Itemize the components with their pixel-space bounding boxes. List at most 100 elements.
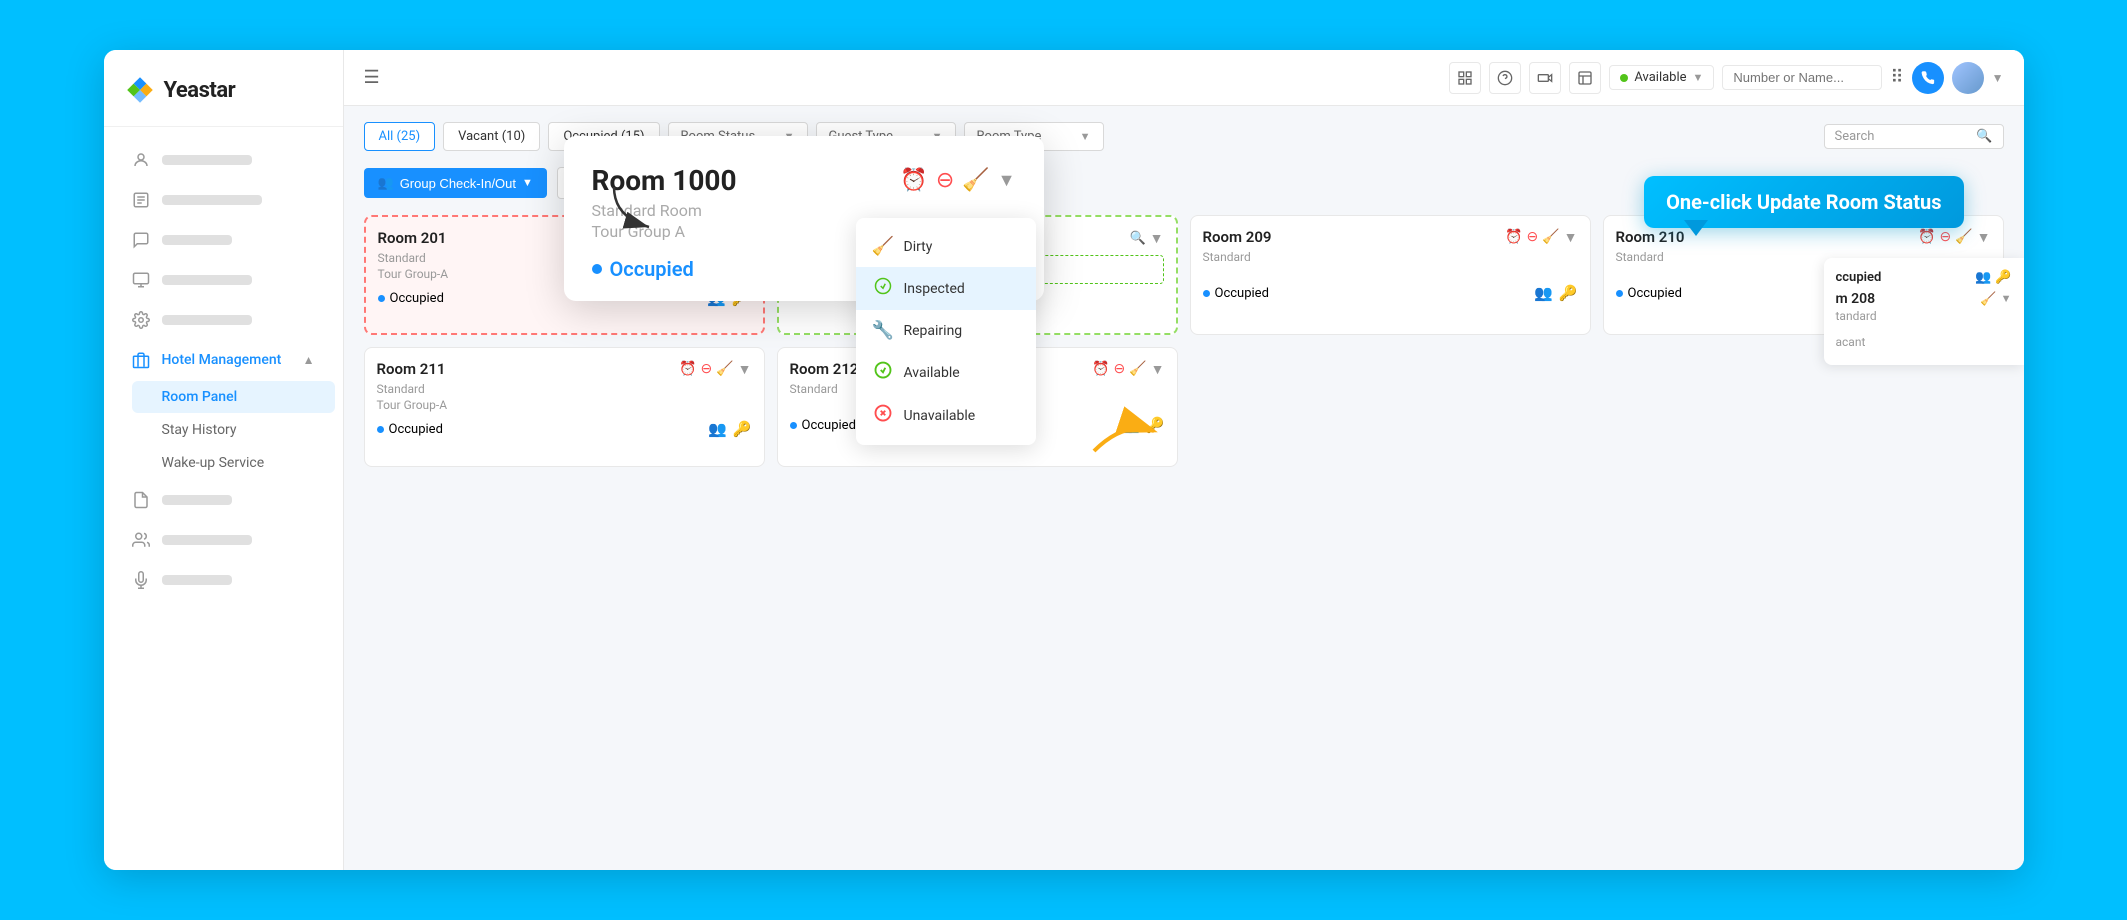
one-click-banner-wrapper: One-click Update Room Status: [1644, 176, 1963, 236]
room-201-status: Occupied: [378, 291, 444, 306]
sidebar-subitem-room-panel[interactable]: Room Panel: [132, 381, 335, 413]
popup-arrow-indicator: [604, 177, 664, 241]
messages-label: [162, 235, 232, 245]
status-option-dirty[interactable]: 🧹 Dirty: [856, 226, 1036, 267]
popup-no-icon[interactable]: ⊖: [936, 168, 954, 193]
room-209-status: Occupied: [1203, 286, 1269, 301]
room-211-actions: 👥 🔑: [708, 420, 751, 438]
banner-arrow: [1684, 220, 1963, 236]
dirty-208: 🧹: [1980, 292, 1996, 307]
nav-dropdown-icon[interactable]: ▼: [1992, 71, 2004, 85]
key-icon-211: 🔑: [733, 420, 752, 438]
user-avatar[interactable]: [1952, 62, 1984, 94]
room-208-icons: 🧹 ▼: [1980, 292, 2011, 307]
repairing-label: Repairing: [904, 323, 963, 339]
hamburger-icon[interactable]: ☰: [364, 67, 380, 88]
group-checkin-label: Group Check-In/Out: [400, 176, 516, 191]
room-card-211[interactable]: Room 211 ⏰ ⊖ 🧹 ▼ Standard Tour Group-A: [364, 347, 765, 467]
room-card-209[interactable]: Room 209 ⏰ ⊖ 🧹 ▼ Standard Occupied: [1190, 215, 1591, 335]
grid-view-btn[interactable]: [1449, 62, 1481, 94]
status-option-repairing[interactable]: 🔧 Repairing: [856, 310, 1036, 351]
chevron-211: ▼: [738, 361, 752, 378]
help-btn[interactable]: [1489, 62, 1521, 94]
search-filter-text: Search: [1835, 129, 1875, 144]
mic-icon: [132, 571, 150, 589]
sidebar-item-messages[interactable]: [112, 221, 335, 259]
sidebar-item-monitor[interactable]: [112, 261, 335, 299]
popup-status-label: Occupied: [610, 257, 694, 281]
group-icon: 👥: [378, 175, 394, 191]
unavailable-label: Unavailable: [904, 408, 976, 424]
logo-text: Yeastar: [164, 78, 236, 103]
room-212-icons: ⏰ ⊖ 🧹 ▼: [1092, 361, 1164, 378]
sidebar-item-mic[interactable]: [112, 561, 335, 599]
right-card-208: m 208 🧹 ▼ tandard acant: [1836, 291, 2012, 349]
sidebar-subitem-wake-up[interactable]: Wake-up Service: [132, 447, 335, 479]
sidebar-item-contacts[interactable]: [112, 141, 335, 179]
users-icon: [132, 531, 150, 549]
sidebar-item-docs[interactable]: [112, 481, 335, 519]
status-dot-201: [378, 295, 385, 302]
users-label: [162, 535, 252, 545]
room-type-chevron: ▼: [1080, 130, 1091, 143]
hotel-label: Hotel Management: [162, 352, 282, 368]
popup-chevron[interactable]: ▼: [998, 170, 1016, 191]
sidebar-item-users[interactable]: [112, 521, 335, 559]
sidebar-item-reports[interactable]: [112, 181, 335, 219]
sidebar-submenu-hotel: Room Panel Stay History Wake-up Service: [104, 381, 343, 479]
group-checkin-btn[interactable]: 👥 Group Check-In/Out ▼: [364, 168, 547, 198]
status-dot-211: [377, 426, 384, 433]
messages-icon: [132, 231, 150, 249]
status-option-unavailable[interactable]: Unavailable: [856, 394, 1036, 437]
yeastar-logo-icon: [124, 74, 156, 106]
room-208-type: tandard: [1836, 309, 2012, 323]
sidebar-item-settings[interactable]: [112, 301, 335, 339]
mic-label: [162, 575, 232, 585]
room-211-name: Room 211: [377, 360, 446, 378]
filter-tab-all[interactable]: All (25): [364, 122, 436, 151]
chevron-210: ▼: [1977, 229, 1991, 246]
video-btn[interactable]: [1529, 62, 1561, 94]
room-209-type: Standard: [1203, 250, 1578, 264]
popup-room-icons: ⏰ ⊖ 🧹 ▼ 🧹 Dirty: [900, 168, 1015, 193]
room-212-status: Occupied: [790, 418, 856, 433]
dialpad-icon[interactable]: ⠿: [1890, 67, 1903, 88]
filter-tab-vacant[interactable]: Vacant (10): [443, 122, 540, 151]
dirty-icon-211: 🧹: [716, 361, 733, 377]
main-content: ☰ Available ▼: [344, 50, 2024, 870]
status-option-inspected[interactable]: Inspected: [856, 267, 1036, 310]
popup-status-dot: [592, 264, 602, 274]
chevron-205: ▼: [1150, 230, 1164, 247]
status-label: Available: [1634, 70, 1686, 85]
sidebar-item-hotel[interactable]: Hotel Management ▲: [112, 341, 335, 379]
room-detail-popup: Room 1000 ⏰ ⊖ 🧹 ▼ 🧹 Dirty: [564, 136, 1044, 301]
status-label-201: Occupied: [390, 291, 444, 306]
docs-label: [162, 495, 232, 505]
people-icon-209: 👥: [1534, 284, 1553, 302]
zoom-icon-205: 🔍: [1129, 231, 1145, 246]
status-chevron: ▼: [1693, 71, 1704, 84]
key-icon-209: 🔑: [1559, 284, 1578, 302]
status-option-available[interactable]: Available: [856, 351, 1036, 394]
search-filter[interactable]: Search 🔍: [1824, 124, 2004, 149]
top-nav-icons: Available ▼ ⠿ ▼: [1449, 62, 2003, 94]
status-dot: [1620, 74, 1628, 82]
status-dot-212: [790, 422, 797, 429]
no-icon-212: ⊖: [1113, 361, 1125, 377]
status-badge[interactable]: Available ▼: [1609, 65, 1714, 90]
settings-label: [162, 315, 252, 325]
hotel-icon: [132, 351, 150, 369]
phone-btn[interactable]: [1912, 62, 1944, 94]
popup-alarm-icon[interactable]: ⏰: [900, 168, 927, 193]
room-211-status: Occupied: [377, 422, 443, 437]
status-label-211: Occupied: [389, 422, 443, 437]
room-211-group: Tour Group-A: [377, 398, 752, 412]
popup-dirty-icon[interactable]: 🧹: [962, 168, 989, 193]
chevron-209: ▼: [1564, 229, 1578, 246]
layout-btn[interactable]: [1569, 62, 1601, 94]
top-search-input[interactable]: [1722, 65, 1882, 90]
sidebar-subitem-stay-history[interactable]: Stay History: [132, 414, 335, 446]
key-icon-212: 🔑: [1146, 416, 1165, 434]
hotel-chevron: ▲: [303, 353, 315, 367]
alarm-icon-211: ⏰: [679, 361, 696, 377]
